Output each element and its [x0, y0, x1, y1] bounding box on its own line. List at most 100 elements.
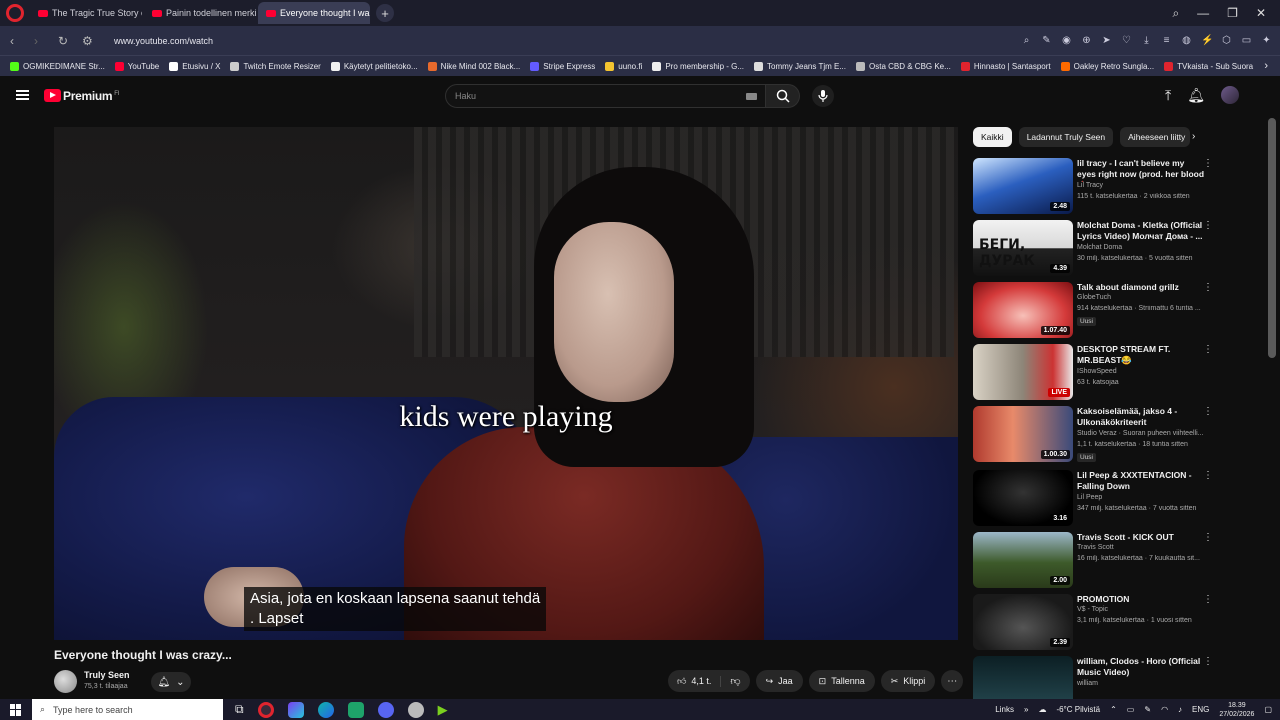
bookmark-item[interactable]: Twitch Emote Resizer	[230, 61, 321, 71]
voice-search-button[interactable]	[812, 85, 834, 107]
youtube-premium-logo[interactable]: Premium FI	[63, 89, 119, 103]
tray-chevron-icon[interactable]: ⌃	[1110, 705, 1117, 714]
profile-icon[interactable]: ◍	[1181, 35, 1192, 46]
browser-tab[interactable]: The Tragic True Story of Ju	[30, 2, 142, 24]
youtube-logo-icon[interactable]	[44, 89, 61, 102]
sidebar-icon[interactable]: ▭	[1241, 35, 1252, 46]
taskbar-search[interactable]: ⌕ Type here to search	[32, 699, 223, 720]
bookmark-item[interactable]: Pro membership - G...	[652, 61, 744, 71]
weather-text[interactable]: -6°C Pilvistä	[1056, 705, 1100, 714]
video-thumbnail[interactable]: 2.39	[973, 594, 1073, 650]
reload-icon[interactable]: ↻	[58, 34, 72, 48]
like-button[interactable]: 👍︎ 4,1 t.	[668, 675, 722, 687]
recommendation-channel[interactable]: IShowSpeed	[1077, 368, 1117, 375]
weather-icon[interactable]: ☁	[1038, 705, 1046, 714]
recommendation-channel[interactable]: william	[1077, 680, 1098, 687]
clip-button[interactable]: ✂ Klippi	[880, 670, 936, 692]
more-actions-button[interactable]: ⋯	[941, 670, 964, 692]
recommendation-item[interactable]: 2.39 PROMOTION V$ - Topic 3,1 milj. katselu…	[973, 594, 1213, 650]
play-taskbar-icon[interactable]: ▶	[438, 702, 448, 718]
browser-tab-active[interactable]: Everyone thought I wa✕	[258, 2, 370, 24]
bookmark-item[interactable]: Hinnasto | Santasport	[960, 61, 1051, 71]
bookmark-item[interactable]: OGMIKEDIMANE Str...	[10, 61, 105, 71]
channel-name[interactable]: Truly Seen	[84, 670, 130, 680]
recommendation-channel[interactable]: Studio Veraz · Suoran puheen viihteelli.…	[1077, 430, 1203, 437]
network-icon[interactable]: ▭	[1127, 705, 1135, 714]
notification-center-icon[interactable]: ▢	[1264, 705, 1272, 714]
bookmark-item[interactable]: YouTube	[114, 61, 159, 71]
maximize-icon[interactable]: ❐	[1227, 6, 1238, 21]
recommendation-channel[interactable]: Lil Tracy	[1077, 182, 1103, 189]
recommendation-title[interactable]: Molchat Doma - Kletka (Official Lyrics V…	[1077, 220, 1205, 242]
upload-icon[interactable]: ⤒	[1165, 87, 1171, 104]
recommendation-title[interactable]: Talk about diamond grillz	[1077, 282, 1205, 293]
subscription-bell-button[interactable]: 🔔︎ ⌄	[151, 672, 191, 692]
recommendation-channel[interactable]: Travis Scott	[1077, 544, 1114, 551]
chevron-icon[interactable]: »	[1024, 705, 1028, 714]
more-options-icon[interactable]: ⋮	[1203, 406, 1213, 417]
volume-icon[interactable]: ♪	[1178, 705, 1182, 714]
wifi-icon[interactable]: ◠	[1161, 705, 1168, 714]
bookmark-item[interactable]: Tommy Jeans Tjm E...	[754, 61, 846, 71]
close-window-icon[interactable]: ✕	[1256, 6, 1266, 21]
recommendation-title[interactable]: DESKTOP STREAM FT. MR.BEAST😂	[1077, 344, 1205, 366]
video-thumbnail[interactable]: 2.00	[973, 532, 1073, 588]
chip-all[interactable]: Kaikki	[973, 127, 1012, 147]
app-taskbar-icon[interactable]	[287, 701, 304, 718]
zoom-icon[interactable]: ⌕	[1021, 35, 1032, 46]
recommendation-title[interactable]: lil tracy - I can't believe my eyes righ…	[1077, 158, 1205, 182]
recommendation-title[interactable]: william, Clodos - Horo (Official Music V…	[1077, 656, 1205, 678]
bookmark-item[interactable]: Oakley Retro Sungla...	[1060, 61, 1154, 71]
more-options-icon[interactable]: ⋮	[1203, 470, 1213, 481]
bookmark-item[interactable]: Etusivu / X	[169, 61, 220, 71]
channel-avatar[interactable]	[54, 670, 77, 693]
bookmark-item[interactable]: Stripe Express	[530, 61, 595, 71]
download-icon[interactable]: ⤓	[1141, 35, 1152, 46]
video-player[interactable]: kids were playing Asia, jota en koskaan …	[54, 127, 958, 640]
opera-taskbar-icon[interactable]	[257, 701, 274, 718]
share-button[interactable]: ↪ Jaa	[755, 670, 803, 692]
account-avatar[interactable]	[1220, 86, 1239, 104]
extension-icon[interactable]: ⚡	[1201, 35, 1213, 46]
recommendation-title[interactable]: Travis Scott - KICK OUT	[1077, 532, 1205, 543]
cube-icon[interactable]: ⬡	[1221, 35, 1232, 46]
bookmark-item[interactable]: Käytetyt pelitietoko...	[330, 61, 418, 71]
edit-icon[interactable]: ✎	[1041, 35, 1052, 46]
recommendation-channel[interactable]: V$ - Topic	[1077, 606, 1108, 613]
opera-menu-icon[interactable]	[6, 4, 24, 22]
more-options-icon[interactable]: ⋮	[1203, 656, 1213, 667]
heart-icon[interactable]: ♡	[1121, 35, 1132, 46]
video-thumbnail[interactable]: LIVE	[973, 344, 1073, 400]
video-thumbnail[interactable]: 1.07.40	[973, 282, 1073, 338]
url-field[interactable]: www.youtube.com/watch	[114, 36, 213, 46]
spreadsheet-taskbar-icon[interactable]	[347, 701, 364, 718]
shield-icon[interactable]: ⊕	[1081, 35, 1092, 46]
forward-icon[interactable]: ›	[34, 34, 48, 48]
pen-icon[interactable]: ✎	[1144, 705, 1151, 714]
site-info-icon[interactable]: ⚙	[82, 34, 96, 48]
recommendation-item[interactable]: 1.00.30 Kaksoiselämää, jakso 4 - Ulkonäkö…	[973, 406, 1213, 462]
clock[interactable]: 18.39 27/02/2026	[1219, 701, 1254, 719]
more-options-icon[interactable]: ⋮	[1203, 594, 1213, 605]
send-icon[interactable]: ➤	[1101, 35, 1112, 46]
language-indicator[interactable]: ENG	[1192, 705, 1209, 714]
bookmark-item[interactable]: Nike Mind 002 Black...	[427, 61, 520, 71]
windows-start-icon[interactable]	[10, 703, 22, 716]
shield-taskbar-icon[interactable]	[407, 701, 424, 718]
recommendation-item[interactable]: БЕГИ, ДУРАК 4.39 Molchat Doma - Kletka (Of…	[973, 220, 1213, 276]
recommendation-title[interactable]: Lil Peep & XXXTENTACION - Falling Down	[1077, 470, 1205, 492]
recommendation-channel[interactable]: Molchat Doma	[1077, 244, 1122, 251]
search-tabs-icon[interactable]: ⌕	[1172, 6, 1179, 21]
search-input[interactable]: Haku	[445, 84, 766, 108]
ai-icon[interactable]: ✦	[1261, 35, 1272, 46]
more-options-icon[interactable]: ⋮	[1203, 532, 1213, 543]
back-icon[interactable]: ‹	[10, 34, 24, 48]
chip-uploaded-by[interactable]: Ladannut Truly Seen	[1018, 127, 1114, 147]
task-view-icon[interactable]: ⧉	[235, 702, 244, 717]
recommendation-item[interactable]: 1.07.40 Talk about diamond grillz GlobeTuc…	[973, 282, 1213, 338]
recommendation-item[interactable]: 2.48 lil tracy - I can't believe my eyes …	[973, 158, 1213, 214]
new-tab-button[interactable]: +	[376, 4, 394, 22]
keyboard-icon[interactable]	[746, 93, 757, 100]
video-thumbnail[interactable]: 2.48	[973, 158, 1073, 214]
recommendation-channel[interactable]: Lil Peep	[1077, 494, 1102, 501]
